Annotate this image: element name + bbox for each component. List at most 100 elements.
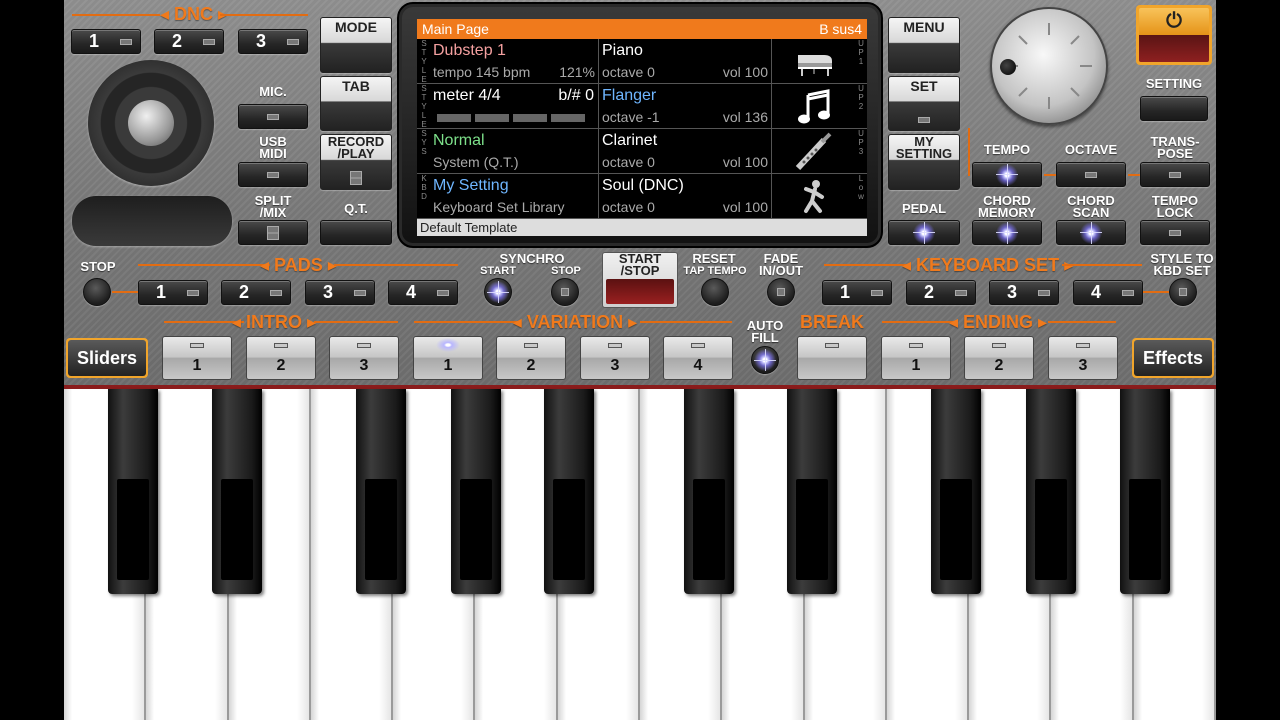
- led-indicator: [608, 343, 622, 348]
- mode-button[interactable]: MODE: [320, 17, 392, 73]
- intro-button-2[interactable]: 2: [246, 336, 316, 380]
- black-key[interactable]: [787, 389, 837, 594]
- black-key[interactable]: [544, 389, 594, 594]
- row-voice-cell[interactable]: Clarinet octave 0 vol 100: [600, 129, 772, 174]
- led-indicator: [524, 343, 538, 348]
- effects-button[interactable]: Effects: [1132, 338, 1214, 378]
- led-indicator: [1122, 289, 1134, 296]
- black-key[interactable]: [356, 389, 406, 594]
- pitch-wheel-slot[interactable]: [72, 196, 232, 246]
- split-mix-button[interactable]: [238, 220, 308, 245]
- divider: [314, 321, 398, 323]
- voice-name: Flanger: [602, 87, 657, 104]
- dnc-button-2[interactable]: 2: [154, 29, 224, 54]
- octave-button[interactable]: [1056, 162, 1126, 187]
- break-button[interactable]: [797, 336, 867, 380]
- start-stop-button[interactable]: START /STOP: [602, 252, 678, 308]
- dnc-button-1[interactable]: 1: [71, 29, 141, 54]
- black-key[interactable]: [1120, 389, 1170, 594]
- reset-tap-tempo-button[interactable]: [701, 278, 729, 306]
- variation-button-3[interactable]: 3: [580, 336, 650, 380]
- pad-button-3[interactable]: 3: [305, 280, 375, 305]
- intro-button-3[interactable]: 3: [329, 336, 399, 380]
- variation-button-4[interactable]: 4: [663, 336, 733, 380]
- black-key[interactable]: [1026, 389, 1076, 594]
- black-key[interactable]: [451, 389, 501, 594]
- style-to-kbd-set-button[interactable]: [1169, 278, 1197, 306]
- clarinet-icon[interactable]: [773, 129, 855, 174]
- screen-row[interactable]: K B D My Setting Keyboard Set Library Soul (D…: [417, 174, 867, 219]
- screen-row[interactable]: S T Y L E meter 4/4 b/# 0 Flanger octave -1 vol 1…: [417, 84, 867, 129]
- variation-button-1[interactable]: 1: [413, 336, 483, 380]
- tempo-lock-label: TEMPO LOCK: [1151, 193, 1199, 220]
- dnc-button-label: 2: [171, 31, 182, 51]
- led-indicator: [1085, 171, 1097, 178]
- intro-button-1[interactable]: 1: [162, 336, 232, 380]
- grand-piano-icon[interactable]: [773, 39, 855, 84]
- sliders-button[interactable]: Sliders: [66, 338, 148, 378]
- synchro-start-button[interactable]: [484, 278, 512, 306]
- keyboard-set-button-2[interactable]: 2: [906, 280, 976, 305]
- chord-scan-button[interactable]: [1056, 220, 1126, 245]
- stop-button[interactable]: [83, 278, 111, 306]
- music-note-icon[interactable]: [773, 84, 855, 129]
- variation-button-2[interactable]: 2: [496, 336, 566, 380]
- setting-button[interactable]: [1140, 96, 1208, 121]
- row-left-cell[interactable]: My Setting Keyboard Set Library: [431, 174, 599, 219]
- record-play-button[interactable]: RECORD /PLAY: [320, 134, 392, 190]
- mic-button[interactable]: [238, 104, 308, 129]
- divider: [112, 291, 138, 293]
- synchro-stop-button[interactable]: [551, 278, 579, 306]
- pedal-button[interactable]: [888, 220, 960, 245]
- chord-readout: B sus4: [819, 21, 862, 37]
- black-key[interactable]: [931, 389, 981, 594]
- led-indicator: [267, 113, 279, 120]
- row-voice-cell[interactable]: Flanger octave -1 vol 136: [600, 84, 772, 129]
- ending-label: 2: [994, 357, 1004, 374]
- ending-button-3[interactable]: 3: [1048, 336, 1118, 380]
- set-button[interactable]: SET: [888, 76, 960, 131]
- dnc-button-3[interactable]: 3: [238, 29, 308, 54]
- menu-button[interactable]: MENU: [888, 17, 960, 73]
- pad-button-4[interactable]: 4: [388, 280, 458, 305]
- row-left-cell[interactable]: Normal System (Q.T.): [431, 129, 599, 174]
- pad-button-1[interactable]: 1: [138, 280, 208, 305]
- led-indicator: [1179, 288, 1187, 296]
- black-key[interactable]: [108, 389, 158, 594]
- keyboard-set-button-3[interactable]: 3: [989, 280, 1059, 305]
- row-voice-cell[interactable]: Piano octave 0 vol 100: [600, 39, 772, 84]
- my-setting-button[interactable]: MY SETTING: [888, 134, 960, 190]
- power-button[interactable]: ⏻: [1136, 5, 1212, 65]
- chord-memory-button[interactable]: [972, 220, 1042, 245]
- row-left-sub: System (Q.T.): [433, 154, 519, 170]
- octave-label: OCTAVE: [1064, 142, 1118, 157]
- dnc-button-label: 1: [88, 31, 99, 51]
- keyboard-set-button-4[interactable]: 4: [1073, 280, 1143, 305]
- usb-midi-button[interactable]: [238, 162, 308, 187]
- keyboard-set-button-1[interactable]: 1: [822, 280, 892, 305]
- black-key[interactable]: [212, 389, 262, 594]
- transpose-button[interactable]: [1140, 162, 1210, 187]
- data-dial[interactable]: [990, 7, 1108, 125]
- row-left-title: Dubstep 1: [433, 42, 506, 59]
- qt-button[interactable]: [320, 220, 392, 245]
- tempo-lock-button[interactable]: [1140, 220, 1210, 245]
- screen-row[interactable]: S T Y L E Dubstep 1 tempo 145 bpm 121% Piano octa…: [417, 39, 867, 84]
- tempo-button[interactable]: [972, 162, 1042, 187]
- dancer-icon[interactable]: [773, 174, 855, 219]
- row-left-cell[interactable]: Dubstep 1 tempo 145 bpm 121%: [431, 39, 599, 84]
- ending-button-2[interactable]: 2: [964, 336, 1034, 380]
- screen-footer[interactable]: Default Template: [417, 219, 867, 236]
- row-left-cell[interactable]: meter 4/4 b/# 0: [431, 84, 599, 129]
- row-voice-cell[interactable]: Soul (DNC) octave 0 vol 100: [600, 174, 772, 219]
- pad-button-2[interactable]: 2: [221, 280, 291, 305]
- screen-row[interactable]: S Y S Normal System (Q.T.) Clarinet octave 0 vo…: [417, 129, 867, 174]
- tab-button[interactable]: TAB: [320, 76, 392, 131]
- joystick[interactable]: [88, 60, 214, 186]
- effects-label: Effects: [1134, 340, 1212, 376]
- fade-in-out-button[interactable]: [767, 278, 795, 306]
- ending-button-1[interactable]: 1: [881, 336, 951, 380]
- black-key[interactable]: [684, 389, 734, 594]
- auto-fill-button[interactable]: [751, 346, 779, 374]
- joystick-knob[interactable]: [128, 100, 174, 146]
